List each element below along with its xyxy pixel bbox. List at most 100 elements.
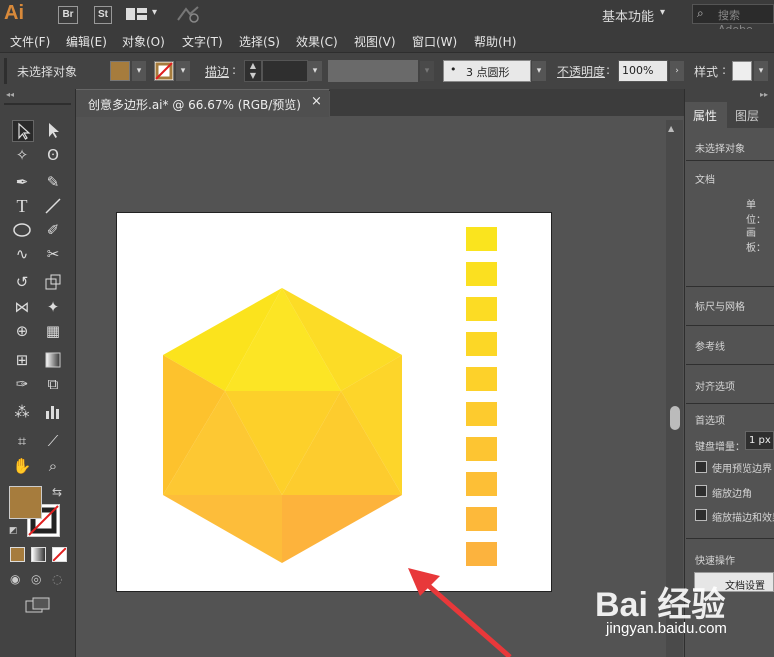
draw-normal-icon[interactable]: ◉ [10, 572, 20, 586]
arrange-documents-icon[interactable] [126, 7, 148, 21]
selection-status: 未选择对象 [17, 65, 78, 79]
menu-file[interactable]: 文件(F) [10, 33, 50, 50]
variable-width-profile[interactable] [328, 60, 418, 82]
menu-select[interactable]: 选择(S) [239, 33, 280, 50]
hand-tool-icon[interactable]: ✋ [12, 456, 32, 476]
color-swatch-9 [466, 507, 497, 531]
chevron-right-icon[interactable]: › [670, 61, 684, 81]
chevron-down-icon[interactable]: ▾ [660, 7, 665, 18]
document-setup-label: 文档设置 [725, 581, 765, 592]
stroke-none-swatch[interactable] [154, 61, 174, 81]
chevron-down-icon[interactable]: ▾ [176, 61, 190, 81]
artboard[interactable] [116, 212, 552, 592]
scale-strokes-checkbox[interactable] [695, 509, 707, 521]
keyboard-increment-value: 1 px [749, 435, 771, 446]
gradient-mode-icon[interactable] [31, 547, 46, 562]
preview-bounds-checkbox[interactable] [695, 461, 707, 473]
color-mode-icon[interactable] [10, 547, 25, 562]
shape-builder-tool-icon[interactable]: ⊕ [12, 321, 32, 341]
divider [686, 160, 774, 161]
menu-effect[interactable]: 效果(C) [296, 33, 338, 50]
align-options-title[interactable]: 对齐选项 [695, 378, 735, 393]
curvature-tool-icon[interactable]: ✎ [43, 172, 63, 192]
magic-wand-tool-icon[interactable]: ✧ [12, 145, 32, 165]
tab-layers[interactable]: 图层 [735, 107, 759, 124]
scrollbar-thumb[interactable] [670, 406, 680, 430]
bridge-button[interactable]: Br [58, 6, 78, 24]
graphic-style-swatch[interactable] [732, 61, 752, 81]
paintbrush-tool-icon[interactable]: ✐ [43, 220, 63, 240]
menu-type[interactable]: 文字(T) [182, 33, 223, 50]
menu-window[interactable]: 窗口(W) [412, 33, 457, 50]
pen-tool-icon[interactable]: ✒ [12, 172, 32, 192]
stroke-label[interactable]: 描边 [205, 63, 229, 80]
collapse-panel-icon[interactable]: ◂◂ [6, 90, 14, 99]
opacity-label[interactable]: 不透明度 [557, 63, 605, 80]
type-tool-icon[interactable]: T [12, 196, 32, 216]
tools-grip[interactable] [4, 103, 71, 105]
lasso-tool-icon[interactable]: ʘ [43, 145, 63, 165]
menu-object[interactable]: 对象(O) [122, 33, 165, 50]
scale-corners-checkbox[interactable] [695, 485, 707, 497]
opacity-input[interactable]: 100% [618, 60, 668, 82]
chevron-down-icon[interactable]: ▾ [308, 61, 322, 81]
blend-tool-icon[interactable]: ⧉ [43, 374, 63, 394]
chevron-down-icon[interactable]: ▾ [532, 61, 546, 81]
brush-definition-dropdown[interactable]: • 3 点圆形 [443, 60, 531, 82]
perspective-grid-tool-icon[interactable]: ▦ [43, 321, 63, 341]
puppet-warp-tool-icon[interactable]: ✦ [43, 297, 63, 317]
slice-tool-icon[interactable]: ⟋ [43, 431, 63, 451]
draw-inside-icon[interactable]: ◌ [52, 572, 62, 586]
stroke-weight-input[interactable] [262, 60, 308, 82]
selection-tool-icon[interactable] [12, 120, 34, 142]
draw-behind-icon[interactable]: ◎ [31, 572, 41, 586]
default-colors-icon[interactable]: ◩ [9, 526, 18, 536]
mesh-tool-icon[interactable]: ⊞ [12, 350, 32, 370]
stock-button[interactable]: St [94, 6, 112, 24]
fill-color-front[interactable] [9, 486, 42, 519]
tab-strip [330, 89, 685, 116]
workspace-switcher[interactable]: 基本功能 [602, 6, 654, 25]
swap-colors-icon[interactable]: ⇆ [52, 485, 62, 499]
chevron-down-icon[interactable]: ▾ [754, 61, 768, 81]
eyedropper-tool-icon[interactable]: ✑ [12, 374, 32, 394]
chevron-down-icon[interactable]: ▾ [132, 61, 146, 81]
scissors-tool-icon[interactable]: ✂ [43, 244, 63, 264]
shaper-tool-icon[interactable]: ∿ [12, 244, 32, 264]
screen-mode-icon[interactable] [25, 597, 51, 613]
direct-selection-tool-icon[interactable] [43, 120, 63, 140]
menu-edit[interactable]: 编辑(E) [66, 33, 107, 50]
stroke-weight-stepper[interactable]: ▲ ▼ [244, 60, 262, 82]
keyboard-increment-input[interactable]: 1 px [745, 431, 774, 450]
scale-tool-icon[interactable] [43, 272, 63, 292]
column-graph-tool-icon[interactable] [43, 402, 63, 422]
guides-title[interactable]: 参考线 [695, 338, 725, 353]
keyboard-increment-label: 键盘增量： [695, 442, 745, 453]
facet [163, 495, 282, 563]
none-mode-icon[interactable] [52, 547, 67, 562]
artboard-tool-icon[interactable]: ⌗ [12, 431, 32, 451]
line-tool-icon[interactable] [43, 196, 63, 216]
zoom-tool-icon[interactable]: ⌕ [43, 456, 63, 476]
control-bar-grip[interactable] [4, 58, 7, 84]
fill-color-swatch[interactable] [110, 61, 130, 81]
close-tab-icon[interactable]: × [311, 94, 322, 109]
menu-view[interactable]: 视图(V) [354, 33, 396, 50]
rotate-tool-icon[interactable]: ↺ [12, 272, 32, 292]
chevron-down-icon[interactable]: ▾ [420, 61, 434, 81]
gpu-performance-icon[interactable] [176, 5, 200, 23]
chevron-down-icon[interactable]: ▾ [152, 7, 157, 18]
menu-help[interactable]: 帮助(H) [474, 33, 516, 50]
scroll-up-icon[interactable]: ▲ [668, 124, 674, 133]
stroke-colon: : [232, 63, 237, 77]
rulers-grid-title[interactable]: 标尺与网格 [695, 298, 745, 313]
scale-corners-label: 缩放边角 [712, 489, 752, 500]
gradient-tool-icon[interactable] [43, 350, 63, 370]
expand-panel-icon[interactable]: ▸▸ [760, 90, 768, 99]
color-swatch-5 [466, 367, 497, 391]
title-bar [0, 0, 774, 29]
preview-bounds-label: 使用预览边界 [712, 464, 772, 475]
width-tool-icon[interactable]: ⋈ [12, 297, 32, 317]
ellipse-tool-icon[interactable] [12, 220, 32, 240]
symbol-sprayer-tool-icon[interactable]: ⁂ [12, 402, 32, 422]
